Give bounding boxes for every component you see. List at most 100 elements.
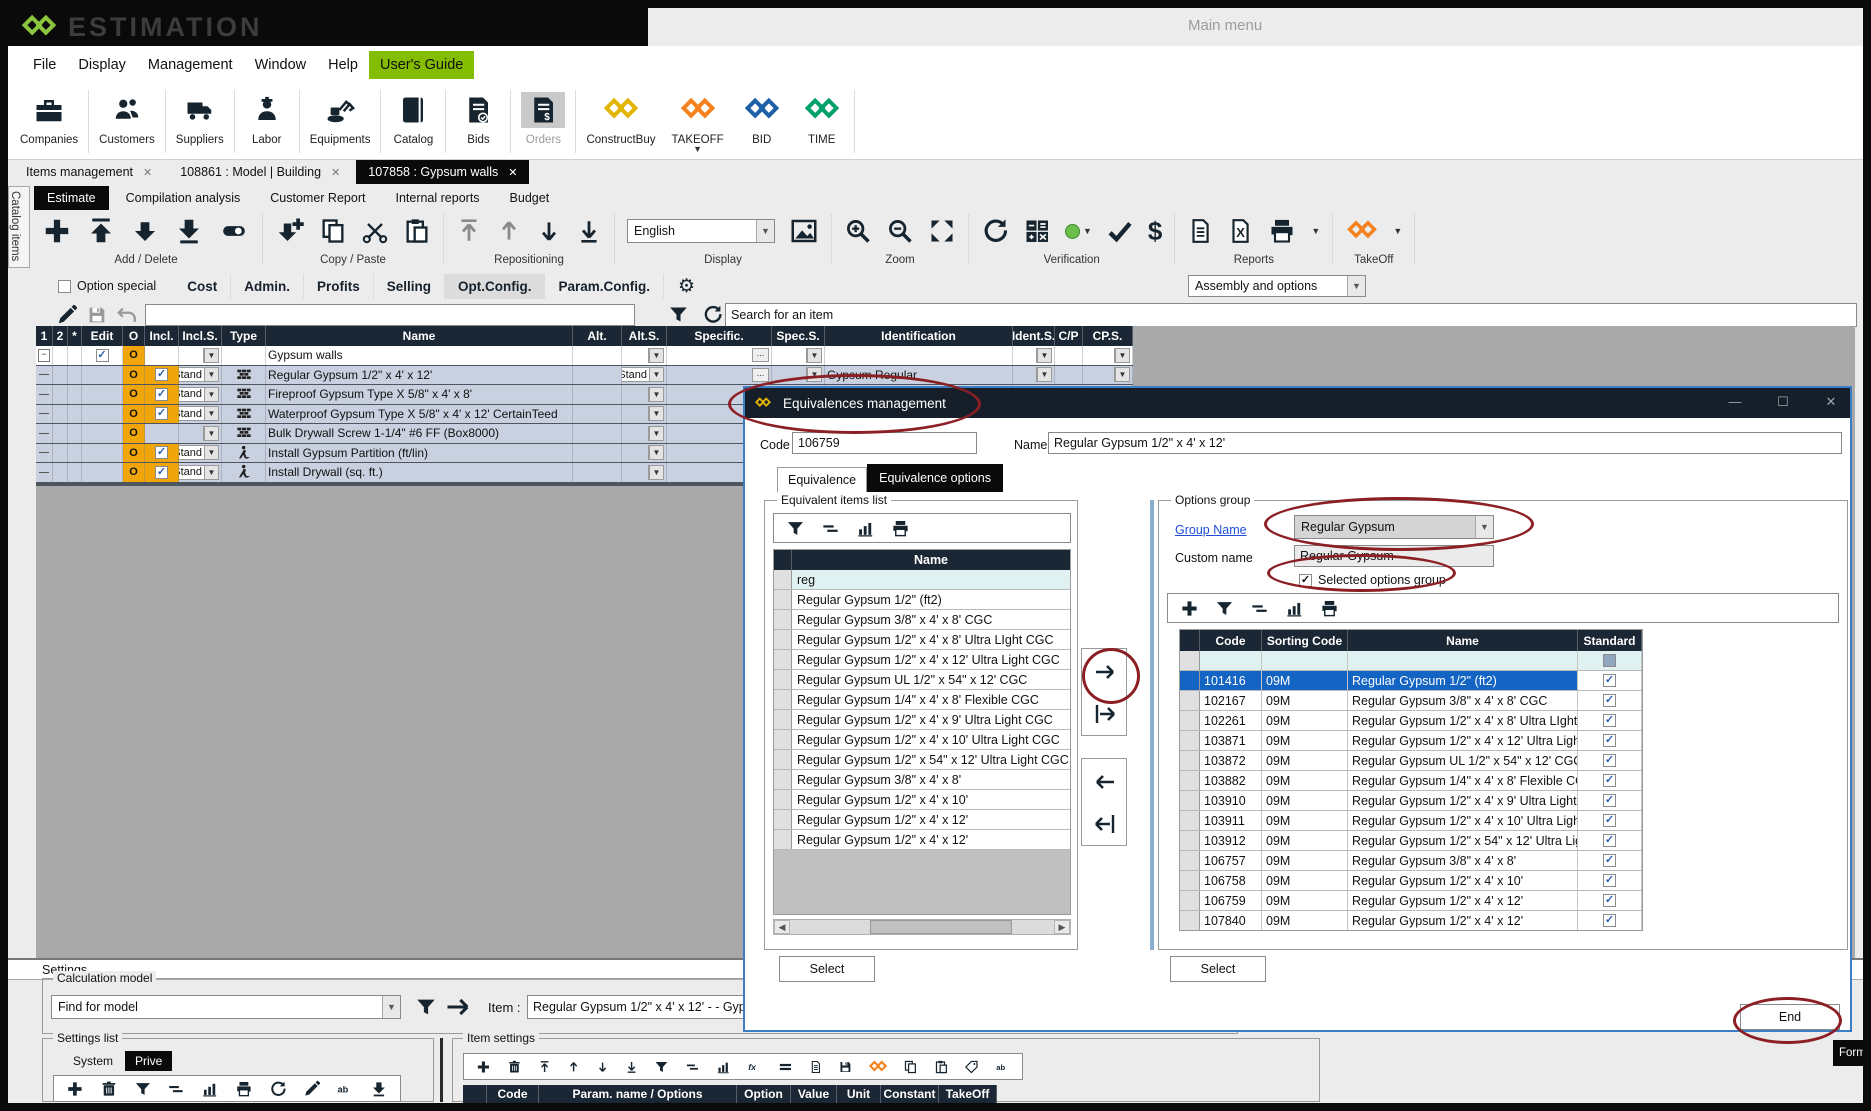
add-item-icon[interactable] bbox=[42, 216, 72, 246]
checkbox-checked-icon[interactable] bbox=[155, 368, 168, 381]
image-view-icon[interactable] bbox=[789, 216, 819, 246]
config-button-cost[interactable]: Cost bbox=[174, 274, 231, 299]
doc-tab-108861-model-building[interactable]: 108861 : Model | Building✕ bbox=[168, 160, 352, 184]
search-input[interactable]: Search for an item bbox=[725, 303, 1857, 327]
checkbox-checked-icon[interactable] bbox=[1603, 874, 1616, 887]
paste-icon[interactable] bbox=[934, 1058, 949, 1076]
equals-heavy-icon[interactable] bbox=[778, 1058, 793, 1076]
app-button-labor[interactable]: Labor bbox=[237, 84, 297, 159]
options-row[interactable]: 10141609MRegular Gypsum 1/2" (ft2) bbox=[1180, 671, 1642, 691]
equalize-icon[interactable] bbox=[685, 1058, 700, 1076]
name-column-header[interactable]: Name bbox=[792, 550, 1070, 570]
move-up-icon[interactable] bbox=[496, 217, 522, 245]
delete-icon[interactable] bbox=[100, 1080, 118, 1098]
save-icon[interactable] bbox=[838, 1058, 853, 1076]
doc-tab-107858-gypsum-walls[interactable]: 107858 : Gypsum walls✕ bbox=[356, 160, 529, 184]
column-header-c-p[interactable]: C/P bbox=[1055, 326, 1083, 346]
add-icon[interactable] bbox=[66, 1080, 84, 1098]
checkbox-checked-icon[interactable] bbox=[1603, 814, 1616, 827]
mini-dropdown[interactable]: ▼ bbox=[203, 348, 219, 363]
mini-dropdown[interactable]: ▼ bbox=[648, 445, 664, 460]
append-end-icon[interactable] bbox=[174, 216, 204, 246]
app-button-catalog[interactable]: Catalog bbox=[383, 84, 443, 159]
ribbon-tab-customer-report[interactable]: Customer Report bbox=[257, 186, 378, 210]
document-icon[interactable] bbox=[809, 1058, 822, 1076]
name-input[interactable]: Regular Gypsum 1/2" x 4' x 12' bbox=[1048, 432, 1842, 454]
options-column-sorting-code[interactable]: Sorting Code bbox=[1262, 630, 1348, 651]
checkbox-indeterminate-icon[interactable] bbox=[1603, 654, 1616, 667]
checkbox-checked-icon[interactable] bbox=[1603, 714, 1616, 727]
table-row[interactable]: OStand▼Regular Gypsum 1/2" x 4' x 12'Sta… bbox=[36, 366, 1133, 386]
insert-above-icon[interactable] bbox=[86, 216, 116, 246]
options-row[interactable]: 10675809MRegular Gypsum 1/2" x 4' x 10' bbox=[1180, 871, 1642, 891]
app-button-companies[interactable]: Companies bbox=[12, 84, 86, 159]
ribbon-tab-internal-reports[interactable]: Internal reports bbox=[382, 186, 492, 210]
ellipsis-button[interactable]: ... bbox=[752, 348, 769, 362]
move-up-icon[interactable] bbox=[567, 1058, 580, 1076]
print-icon[interactable] bbox=[1320, 599, 1339, 618]
config-button-param-config[interactable]: Param.Config. bbox=[545, 274, 664, 299]
list-item[interactable]: Regular Gypsum 1/2" x 4' x 8' Ultra LIgh… bbox=[774, 630, 1070, 650]
checkbox-checked-icon[interactable] bbox=[1603, 834, 1616, 847]
tab-equivalence-options[interactable]: Equivalence options bbox=[867, 464, 1003, 492]
checkbox-checked-icon[interactable] bbox=[1603, 894, 1616, 907]
move-down-icon[interactable] bbox=[596, 1058, 609, 1076]
ribbon-tab-compilation-analysis[interactable]: Compilation analysis bbox=[113, 186, 254, 210]
scroll-left-icon[interactable]: ◀ bbox=[774, 920, 790, 934]
code-input[interactable]: 106759 bbox=[792, 432, 977, 454]
takeoff-icon[interactable] bbox=[869, 1059, 887, 1075]
config-button-opt-config[interactable]: Opt.Config. bbox=[445, 274, 545, 299]
save-icon[interactable] bbox=[86, 304, 108, 326]
tag-icon[interactable] bbox=[964, 1058, 979, 1076]
select-right-button[interactable]: Select bbox=[1170, 956, 1266, 982]
mini-dropdown[interactable]: ▼ bbox=[1036, 367, 1052, 382]
close-icon[interactable]: ✕ bbox=[331, 166, 340, 179]
refresh-search-icon[interactable] bbox=[702, 304, 723, 325]
move-all-left-button[interactable] bbox=[1088, 807, 1122, 841]
list-item[interactable]: Regular Gypsum 1/2" x 4' x 10' Ultra Lig… bbox=[774, 730, 1070, 750]
app-button-suppliers[interactable]: Suppliers bbox=[168, 84, 232, 159]
column-header-2[interactable]: 2 bbox=[53, 326, 68, 346]
rename-ab-icon[interactable] bbox=[336, 1080, 354, 1098]
group-name-link[interactable]: Group Name bbox=[1175, 523, 1247, 537]
options-row[interactable]: 10391109MRegular Gypsum 1/2" x 4' x 10' … bbox=[1180, 811, 1642, 831]
checkbox-checked-icon[interactable] bbox=[155, 388, 168, 401]
column-header-spec-s[interactable]: Spec.S. bbox=[772, 326, 825, 346]
checkbox-checked-icon[interactable] bbox=[1603, 794, 1616, 807]
options-row[interactable]: 10216709MRegular Gypsum 3/8" x 4' x 8' C… bbox=[1180, 691, 1642, 711]
list-item[interactable]: Regular Gypsum 1/2" x 4' x 12' bbox=[774, 810, 1070, 830]
menu-window[interactable]: Window bbox=[244, 51, 318, 79]
list-item[interactable]: Regular Gypsum 3/8" x 4' x 8' CGC bbox=[774, 610, 1070, 630]
delete-icon[interactable] bbox=[507, 1058, 522, 1076]
move-down-icon[interactable] bbox=[536, 217, 562, 245]
edit-pencil-icon[interactable] bbox=[303, 1080, 321, 1098]
column-header-alt[interactable]: Alt. bbox=[573, 326, 622, 346]
list-filter-row[interactable]: reg bbox=[774, 570, 1070, 590]
options-row[interactable]: 10388209MRegular Gypsum 1/4" x 4' x 8' F… bbox=[1180, 771, 1642, 791]
undo-icon[interactable] bbox=[116, 304, 138, 326]
add-icon[interactable] bbox=[1180, 599, 1199, 618]
selected-options-group-checkbox[interactable]: Selected options group bbox=[1299, 573, 1446, 587]
validate-icon[interactable] bbox=[1106, 217, 1134, 245]
scroll-right-icon[interactable]: ▶ bbox=[1054, 920, 1070, 934]
mini-dropdown[interactable]: ▼ bbox=[648, 387, 664, 402]
mini-dropdown[interactable]: ▼ bbox=[1114, 367, 1130, 382]
app-button-orders[interactable]: Orders bbox=[513, 84, 573, 159]
app-button-equipments[interactable]: Equipments bbox=[302, 84, 379, 159]
print-icon[interactable] bbox=[1267, 217, 1297, 245]
column-header-alt-s[interactable]: Alt.S. bbox=[622, 326, 667, 346]
chart-icon[interactable] bbox=[856, 519, 875, 538]
list-item[interactable]: Regular Gypsum 1/2" x 4' x 9' Ultra Ligh… bbox=[774, 710, 1070, 730]
horizontal-scrollbar[interactable]: ◀ ▶ bbox=[773, 919, 1071, 935]
checkbox-checked-icon[interactable] bbox=[155, 446, 168, 459]
list-item[interactable]: Regular Gypsum 1/2" (ft2) bbox=[774, 590, 1070, 610]
options-column-name[interactable]: Name bbox=[1348, 630, 1578, 651]
fit-screen-icon[interactable] bbox=[928, 217, 956, 245]
ellipsis-button[interactable]: ... bbox=[752, 368, 769, 382]
menu-user-s-guide[interactable]: User's Guide bbox=[369, 51, 474, 79]
paste-insert-icon[interactable] bbox=[275, 216, 305, 246]
close-icon[interactable]: ✕ bbox=[143, 166, 152, 179]
options-row[interactable]: 10675709MRegular Gypsum 3/8" x 4' x 8' bbox=[1180, 851, 1642, 871]
column-header-edit[interactable]: Edit bbox=[82, 326, 123, 346]
checkbox-checked-icon[interactable] bbox=[96, 349, 109, 362]
